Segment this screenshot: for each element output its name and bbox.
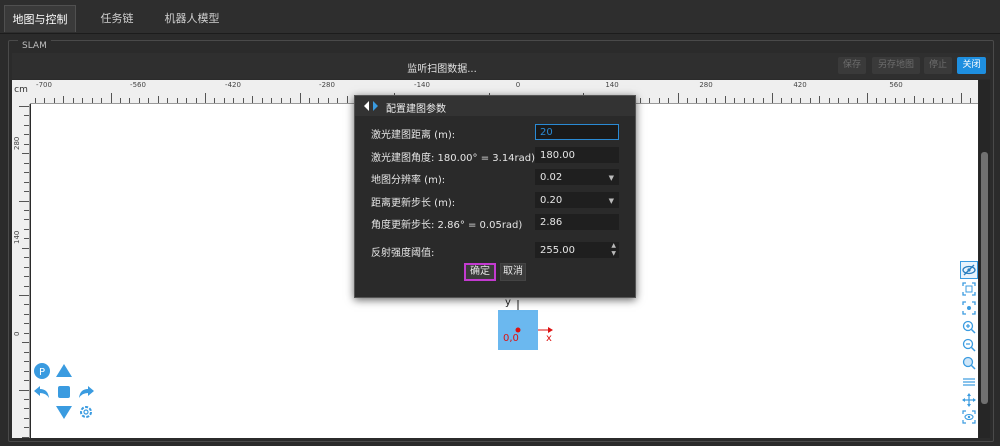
view-mode-button[interactable] bbox=[960, 408, 978, 426]
fit-screen-icon bbox=[962, 282, 976, 296]
fit-view-button[interactable] bbox=[960, 280, 978, 298]
move-backward-button[interactable] bbox=[55, 403, 73, 421]
vertical-scrollbar[interactable] bbox=[979, 80, 990, 438]
stop-square-icon bbox=[58, 386, 70, 398]
zoom-in-icon bbox=[962, 320, 976, 334]
reflectance-threshold-stepper[interactable]: 255.00 ▲ ▼ bbox=[535, 242, 619, 258]
nav-settings-button[interactable] bbox=[77, 403, 95, 421]
zoom-reset-icon bbox=[962, 356, 976, 370]
distance-step-label: 距离更新步长 (m): bbox=[371, 198, 456, 209]
layers-button[interactable] bbox=[960, 373, 978, 391]
arrow-up-icon bbox=[56, 364, 72, 377]
layers-icon bbox=[963, 378, 975, 386]
laser-angle-input[interactable]: 180.00 bbox=[535, 147, 619, 163]
scrollbar-thumb[interactable] bbox=[981, 152, 988, 404]
origin-label: 0,0 bbox=[503, 333, 519, 344]
zoom-out-button[interactable] bbox=[960, 336, 978, 354]
turn-left-icon bbox=[34, 386, 49, 398]
chevron-down-icon: ▼ bbox=[608, 174, 614, 182]
angle-step-label: 角度更新步长: 2.86° = 0.05rad) bbox=[371, 220, 523, 231]
dialog-header: 配置建图参数 bbox=[355, 96, 635, 116]
visibility-toggle-button[interactable] bbox=[960, 261, 978, 279]
zoom-reset-button[interactable] bbox=[960, 354, 978, 372]
move-forward-button[interactable] bbox=[55, 362, 73, 380]
zoom-out-icon bbox=[962, 338, 976, 352]
stop-move-button[interactable] bbox=[55, 383, 73, 401]
stepper-arrows-icon[interactable]: ▲ ▼ bbox=[611, 242, 616, 258]
turn-right-button[interactable] bbox=[77, 383, 95, 401]
move-arrows-icon bbox=[962, 393, 976, 407]
position-p-button[interactable]: P bbox=[33, 362, 51, 380]
reflectance-threshold-label: 反射强度阈值: bbox=[371, 248, 435, 259]
arrow-down-icon bbox=[56, 406, 72, 419]
map-resolution-select[interactable]: 0.02 ▼ bbox=[535, 169, 619, 185]
app-logo-icon bbox=[364, 101, 378, 111]
ruler-unit: cm bbox=[12, 80, 30, 104]
gear-icon bbox=[80, 406, 92, 418]
y-axis-label: y bbox=[505, 297, 511, 308]
dialog-title: 配置建图参数 bbox=[386, 104, 446, 115]
mapping-config-dialog: 配置建图参数 激光建图距离 (m): 20 激光建图角度: 180.00° = … bbox=[354, 95, 636, 298]
p-label: P bbox=[39, 367, 45, 378]
distance-step-value: 0.20 bbox=[540, 195, 563, 206]
turn-right-icon bbox=[79, 386, 94, 398]
confirm-button[interactable]: 确定 bbox=[464, 263, 496, 281]
reflectance-threshold-value: 255.00 bbox=[540, 245, 575, 256]
focus-robot-button[interactable] bbox=[960, 299, 978, 317]
x-axis-label: x bbox=[546, 333, 552, 344]
pan-button[interactable] bbox=[960, 391, 978, 409]
map-resolution-value: 0.02 bbox=[540, 172, 563, 183]
eye-frame-icon bbox=[962, 410, 976, 424]
laser-distance-label: 激光建图距离 (m): bbox=[371, 130, 456, 141]
cancel-button[interactable]: 取消 bbox=[500, 263, 526, 281]
laser-distance-input[interactable]: 20 bbox=[535, 124, 619, 140]
chevron-down-icon: ▼ bbox=[608, 197, 614, 205]
zoom-in-button[interactable] bbox=[960, 318, 978, 336]
distance-step-select[interactable]: 0.20 ▼ bbox=[535, 192, 619, 208]
laser-angle-label: 激光建图角度: 180.00° = 3.14rad) bbox=[371, 153, 536, 164]
turn-left-button[interactable] bbox=[33, 383, 51, 401]
angle-step-input[interactable]: 2.86 bbox=[535, 214, 619, 230]
map-resolution-label: 地图分辨率 (m): bbox=[371, 175, 446, 186]
eye-slash-icon bbox=[962, 264, 976, 276]
focus-frame-icon bbox=[962, 301, 976, 315]
